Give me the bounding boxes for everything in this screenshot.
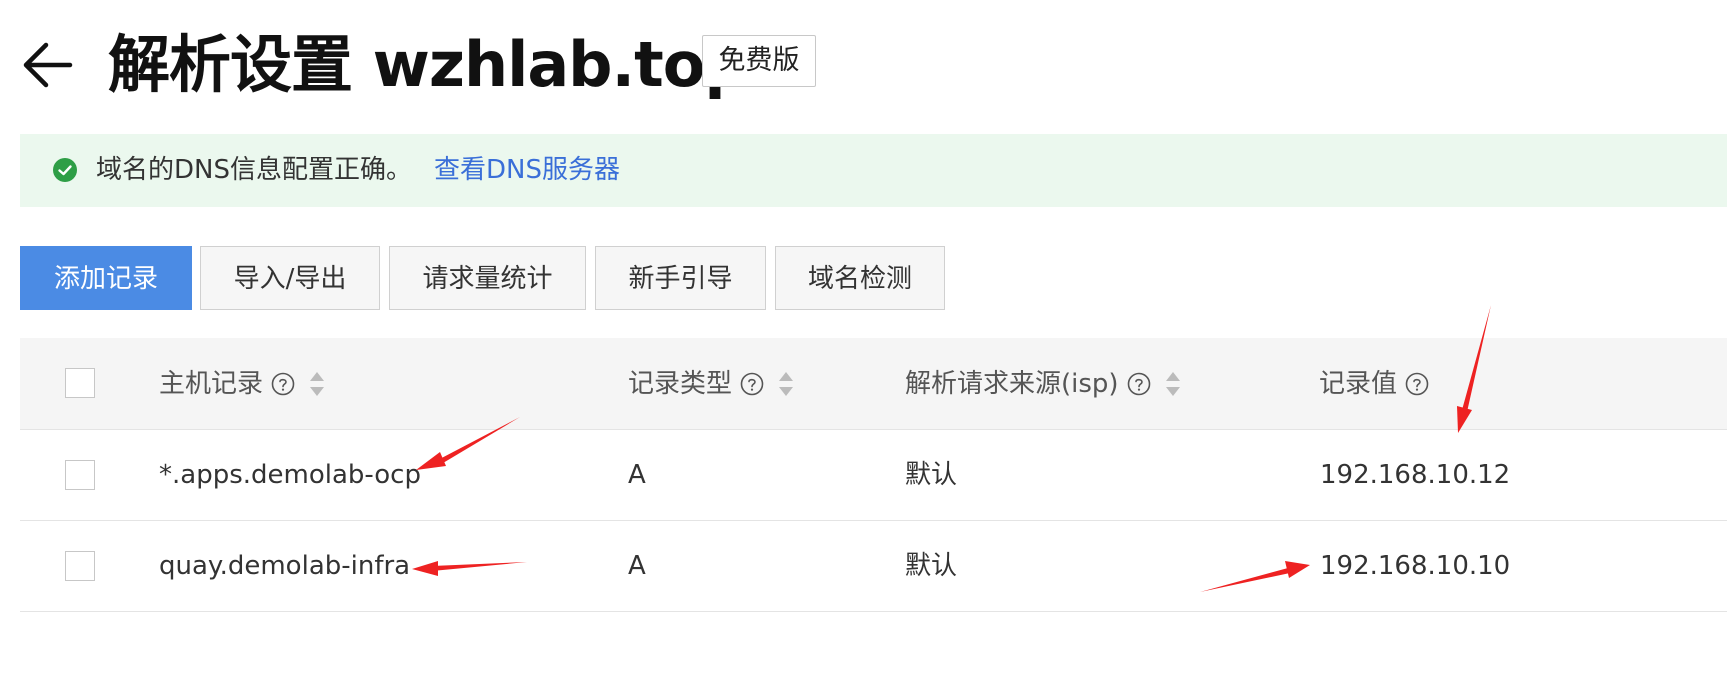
page-title: 解析设置 wzhlab.top (108, 28, 749, 101)
column-header-label: 记录值 (1319, 369, 1398, 399)
type-cell: A (628, 551, 646, 581)
row-checkbox[interactable] (65, 551, 95, 581)
column-header-host: 主机记录 (159, 366, 325, 402)
column-header-type: 记录类型 (628, 366, 794, 402)
help-icon[interactable] (740, 372, 764, 396)
help-icon[interactable] (1127, 372, 1151, 396)
isp-cell: 默认 (905, 460, 958, 490)
isp-cell: 默认 (905, 551, 958, 581)
dns-status-alert: 域名的DNS信息配置正确。 查看DNS服务器 (20, 134, 1727, 207)
row-checkbox[interactable] (65, 460, 95, 490)
import-export-button[interactable]: 导入/导出 (200, 246, 380, 310)
request-stats-button[interactable]: 请求量统计 (389, 246, 586, 310)
value-cell: 192.168.10.12 (1320, 460, 1511, 490)
sort-icon[interactable] (1165, 370, 1181, 398)
arrow-left-icon (23, 42, 73, 88)
back-button[interactable] (18, 35, 78, 95)
table-row: *.apps.demolab-ocp A 默认 192.168.10.12 (20, 430, 1727, 521)
column-header-value: 记录值 (1319, 366, 1429, 402)
value-cell: 192.168.10.10 (1320, 551, 1511, 581)
table-header: 主机记录 记录类型 解析请求来源(isp) 记录值 (20, 338, 1727, 430)
beginner-guide-button[interactable]: 新手引导 (595, 246, 766, 310)
help-icon[interactable] (1405, 372, 1429, 396)
column-header-isp: 解析请求来源(isp) (905, 366, 1181, 402)
table-row: quay.demolab-infra A 默认 192.168.10.10 (20, 521, 1727, 612)
alert-message: 域名的DNS信息配置正确。 (96, 155, 412, 185)
dns-settings-page: 解析设置 wzhlab.top 免费版 域名的DNS信息配置正确。 查看DNS服… (0, 0, 1727, 683)
column-header-label: 记录类型 (628, 369, 733, 399)
domain-check-button[interactable]: 域名检测 (775, 246, 945, 310)
sort-icon[interactable] (778, 370, 794, 398)
page-header: 解析设置 wzhlab.top 免费版 (0, 0, 1727, 130)
check-circle-icon (53, 158, 77, 182)
select-all-checkbox[interactable] (65, 368, 95, 398)
column-header-label: 解析请求来源(isp) (905, 369, 1119, 399)
view-dns-servers-link[interactable]: 查看DNS服务器 (434, 152, 620, 188)
plan-badge: 免费版 (702, 35, 816, 87)
host-cell: *.apps.demolab-ocp (159, 460, 421, 490)
help-icon[interactable] (271, 372, 295, 396)
host-cell: quay.demolab-infra (159, 551, 411, 581)
sort-icon[interactable] (309, 370, 325, 398)
add-record-button[interactable]: 添加记录 (20, 246, 192, 310)
type-cell: A (628, 460, 646, 490)
column-header-label: 主机记录 (159, 369, 264, 399)
